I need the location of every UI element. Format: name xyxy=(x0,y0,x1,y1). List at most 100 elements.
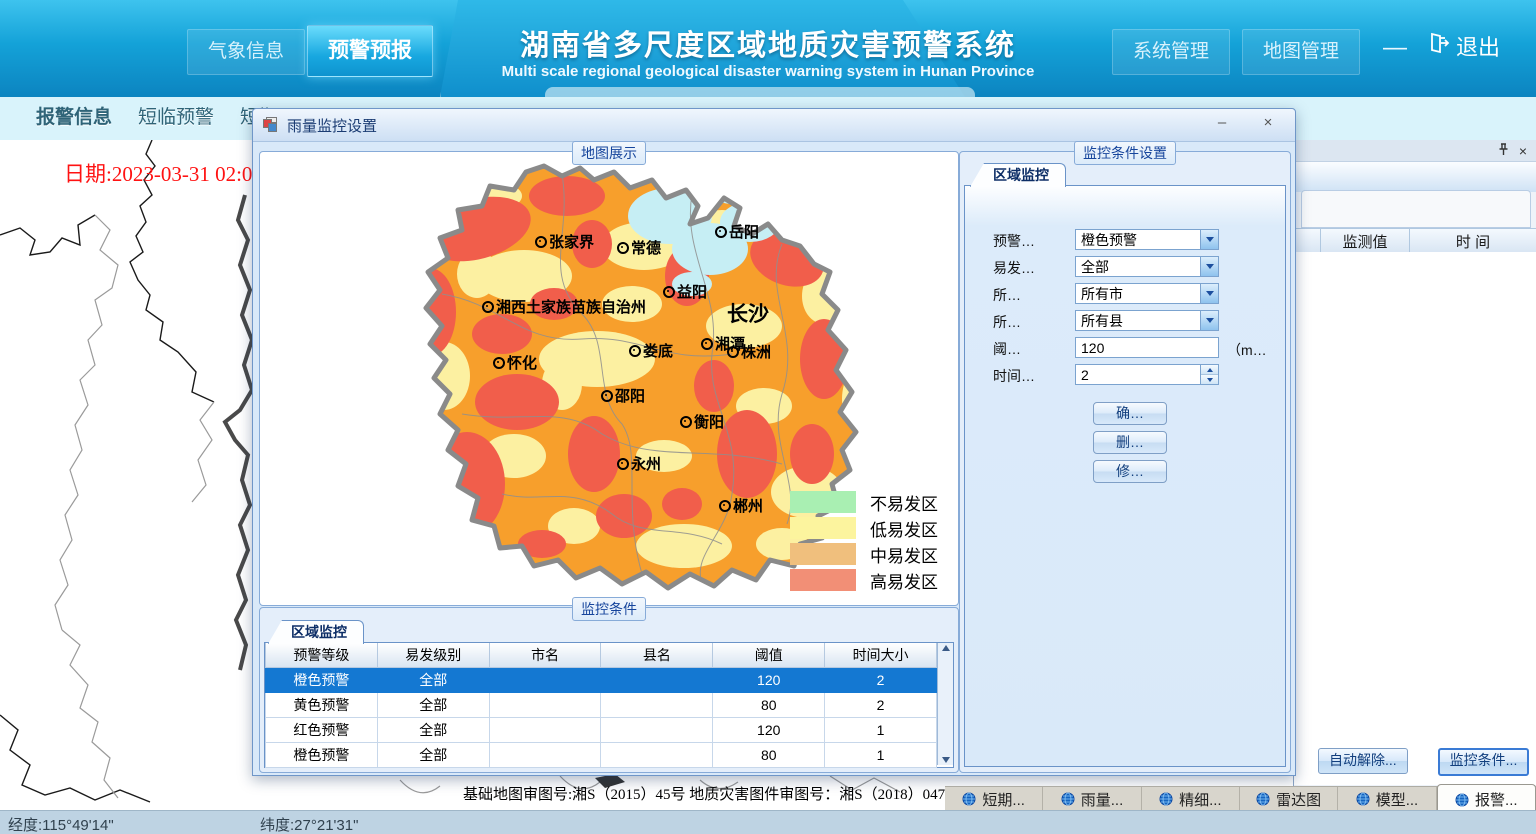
dock-panel-toolbox xyxy=(1301,190,1531,228)
dock-panel-gradient xyxy=(1294,162,1536,192)
dropdown-field[interactable]: 所有县 xyxy=(1075,310,1219,331)
monitor-conditions-table[interactable]: 预警等级易发级别市名县名阈值时间大小橙色预警全部1202黄色预警全部802红色预… xyxy=(265,643,937,768)
field-value: 120 xyxy=(1076,340,1218,356)
table-cell: 1 xyxy=(825,743,937,768)
tab-region-monitor-settings[interactable]: 区域监控 xyxy=(970,163,1066,187)
status-bar: 经度:115°49'14" 纬度:27°21'31" xyxy=(0,810,1536,834)
hunan-risk-map[interactable]: 张家界常德岳阳益阳长沙湘西土家族苗族自治州娄底湘潭株洲怀化邵阳衡阳永州郴州 不易… xyxy=(262,154,954,601)
field-label: 预警… xyxy=(993,231,1035,251)
app-header: 湖南省多尺度区域地质灾害预警系统 Multi scale regional ge… xyxy=(0,0,1536,97)
table-row[interactable]: 橙色预警全部1202 xyxy=(266,668,937,693)
tab-region-monitor[interactable]: 区域监控 xyxy=(268,620,364,644)
chevron-down-icon[interactable] xyxy=(1200,230,1218,249)
table-cell: 橙色预警 xyxy=(266,668,378,693)
auto-release-button[interactable]: 自动解除... xyxy=(1318,748,1408,774)
dropdown-field[interactable]: 所有市 xyxy=(1075,283,1219,304)
chevron-down-icon[interactable] xyxy=(1200,284,1218,303)
latitude-readout: 纬度:27°21'31" xyxy=(260,814,358,834)
field-value: 全部 xyxy=(1076,257,1200,277)
spinner-down-icon[interactable] xyxy=(1201,375,1218,384)
chevron-down-icon[interactable] xyxy=(1200,311,1218,330)
table-cell xyxy=(489,718,601,743)
bottom-taskbar: 短期...雨量... 精细... 雷达图模型... 报警... xyxy=(945,786,1536,811)
pin-icon[interactable] xyxy=(1498,143,1509,158)
nav-map-management[interactable]: 地图管理 xyxy=(1242,29,1360,75)
monitor-table-header: 监测值时 间 xyxy=(1294,228,1536,254)
table-row[interactable]: 红色预警全部1201 xyxy=(266,718,937,743)
rainfall-monitor-dialog: 雨量监控设置 – × 地图展示 xyxy=(252,108,1296,776)
form-row: 预警… 橙色预警 xyxy=(965,229,1285,251)
table-scrollbar[interactable] xyxy=(937,643,953,765)
taskbar-tab-radar[interactable]: 雷达图 xyxy=(1240,787,1338,811)
table-column-header[interactable]: 阈值 xyxy=(713,643,825,668)
col-time[interactable]: 时 间 xyxy=(1410,229,1536,253)
taskbar-tab-alarm[interactable]: 报警... xyxy=(1437,784,1536,811)
table-cell xyxy=(489,668,601,693)
modify-button[interactable]: 修… xyxy=(1093,460,1167,483)
taskbar-tab-model[interactable]: 模型... xyxy=(1338,787,1436,811)
legend-row: 不易发区 xyxy=(790,489,938,515)
table-cell xyxy=(601,743,713,768)
map-display-group: 地图展示 xyxy=(259,151,959,606)
table-cell: 1 xyxy=(825,718,937,743)
table-cell: 2 xyxy=(825,693,937,718)
field-suffix: （m… xyxy=(1227,340,1267,360)
table-cell: 2 xyxy=(825,668,937,693)
field-value: 橙色预警 xyxy=(1076,230,1200,250)
scroll-down-icon[interactable] xyxy=(942,757,950,763)
subnav-alarm-info[interactable]: 报警信息 xyxy=(36,97,112,139)
dock-close-icon[interactable]: × xyxy=(1519,144,1527,158)
exit-label: 退出 xyxy=(1456,30,1500,62)
form-row: 时间… 2 xyxy=(965,364,1285,386)
chevron-down-icon[interactable] xyxy=(1200,257,1218,276)
nav-warning-forecast[interactable]: 预警预报 xyxy=(307,25,433,77)
exit-button[interactable]: 退出 xyxy=(1428,30,1500,62)
scroll-up-icon[interactable] xyxy=(942,645,950,651)
monitor-conditions-button[interactable]: 监控条件... xyxy=(1438,748,1530,776)
spinner-field[interactable]: 2 xyxy=(1075,364,1219,385)
table-cell: 120 xyxy=(713,718,825,743)
legend-swatch xyxy=(790,517,856,539)
table-cell: 黄色预警 xyxy=(266,693,378,718)
col-monitor-value[interactable]: 监测值 xyxy=(1321,229,1410,253)
globe-icon xyxy=(1356,792,1370,806)
text-field[interactable]: 120 xyxy=(1075,337,1219,358)
table-column-header[interactable]: 时间大小 xyxy=(825,643,937,668)
legend-row: 高易发区 xyxy=(790,567,938,593)
dialog-minimize-button[interactable]: – xyxy=(1211,115,1233,133)
dropdown-field[interactable]: 橙色预警 xyxy=(1075,229,1219,250)
taskbar-tab-label: 报警... xyxy=(1475,789,1518,810)
globe-icon xyxy=(962,792,976,806)
settings-form: 预警…橙色预警易发…全部所…所有市所…所有县阈…120（m…时间…2确…删…修… xyxy=(964,185,1286,767)
taskbar-tab-shortterm[interactable]: 短期... xyxy=(945,787,1043,811)
spinner-buttons[interactable] xyxy=(1200,365,1218,384)
taskbar-tab-label: 精细... xyxy=(1179,789,1222,810)
field-value: 所有市 xyxy=(1076,284,1200,304)
delete-button[interactable]: 删… xyxy=(1093,431,1167,454)
table-column-header[interactable]: 市名 xyxy=(489,643,601,668)
logout-icon xyxy=(1428,32,1450,60)
subnav-shortterm-warning[interactable]: 短临预警 xyxy=(138,97,214,139)
app-minimize-button[interactable]: — xyxy=(1383,34,1407,62)
nav-system-management[interactable]: 系统管理 xyxy=(1112,29,1230,75)
monitor-table-body[interactable] xyxy=(1294,252,1536,785)
table-column-header[interactable]: 县名 xyxy=(601,643,713,668)
taskbar-tab-fine[interactable]: 精细... xyxy=(1142,787,1240,811)
table-row[interactable]: 橙色预警全部801 xyxy=(266,743,937,768)
dialog-titlebar[interactable]: 雨量监控设置 – × xyxy=(253,109,1295,142)
table-cell: 全部 xyxy=(377,668,489,693)
dialog-close-button[interactable]: × xyxy=(1257,115,1279,133)
dropdown-field[interactable]: 全部 xyxy=(1075,256,1219,277)
taskbar-tab-rainfall[interactable]: 雨量... xyxy=(1043,787,1141,811)
dock-panel-buttons: 自动解除... 监控条件... xyxy=(1294,748,1536,776)
nav-weather-info[interactable]: 气象信息 xyxy=(187,29,305,75)
table-row[interactable]: 黄色预警全部802 xyxy=(266,693,937,718)
table-column-header[interactable]: 易发级别 xyxy=(377,643,489,668)
table-column-header[interactable]: 预警等级 xyxy=(266,643,378,668)
confirm-button[interactable]: 确… xyxy=(1093,402,1167,425)
date-label: 日期:2023-03-31 02:02 xyxy=(64,158,263,188)
table-cell: 全部 xyxy=(377,693,489,718)
legend-swatch xyxy=(790,491,856,513)
field-label: 时间… xyxy=(993,366,1035,386)
spinner-up-icon[interactable] xyxy=(1201,365,1218,375)
